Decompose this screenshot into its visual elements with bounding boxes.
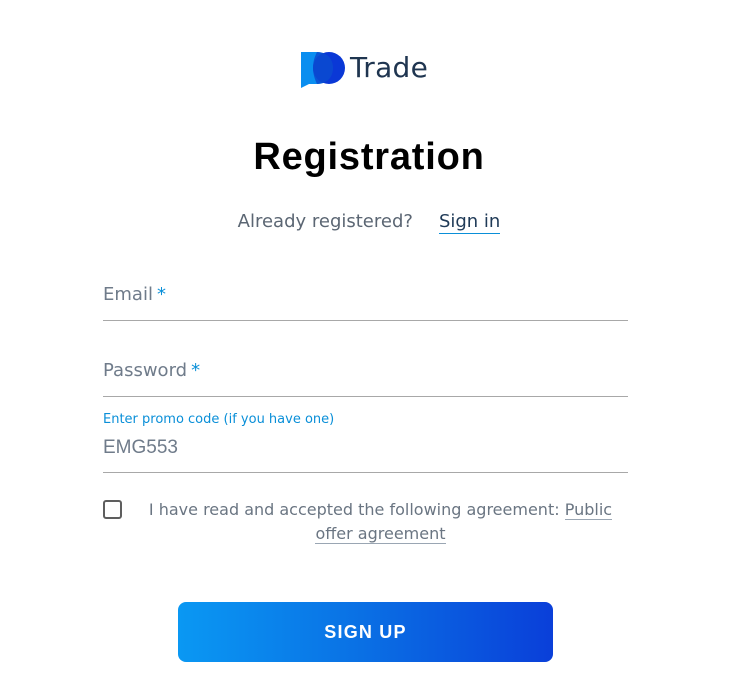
- registration-page: Trade Registration Already registered? Si…: [0, 0, 738, 682]
- promo-code-value[interactable]: EMG553: [103, 433, 628, 463]
- agreement-checkbox[interactable]: [103, 500, 122, 519]
- page-title: Registration: [253, 136, 485, 178]
- logo-text: Trade: [350, 51, 429, 84]
- password-placeholder: Password *: [103, 360, 201, 381]
- email-field[interactable]: Email *: [103, 280, 628, 321]
- email-required-mark: *: [156, 284, 166, 305]
- logo-icon: [301, 52, 345, 88]
- agreement-text: I have read and accepted the following a…: [148, 500, 613, 544]
- promo-code-field[interactable]: Enter promo code (if you have one) EMG55…: [103, 410, 628, 473]
- sign-up-button[interactable]: SIGN UP: [178, 602, 553, 662]
- email-placeholder: Email *: [103, 284, 166, 305]
- sign-in-link[interactable]: Sign in: [438, 211, 501, 234]
- signin-prompt-row: Already registered? Sign in: [0, 211, 738, 234]
- password-required-mark: *: [191, 360, 201, 381]
- logo[interactable]: Trade: [299, 48, 428, 88]
- password-field[interactable]: Password *: [103, 356, 628, 397]
- already-registered-text: Already registered?: [237, 211, 413, 232]
- promo-code-label: Enter promo code (if you have one): [103, 412, 335, 427]
- agreement-row: I have read and accepted the following a…: [103, 498, 628, 546]
